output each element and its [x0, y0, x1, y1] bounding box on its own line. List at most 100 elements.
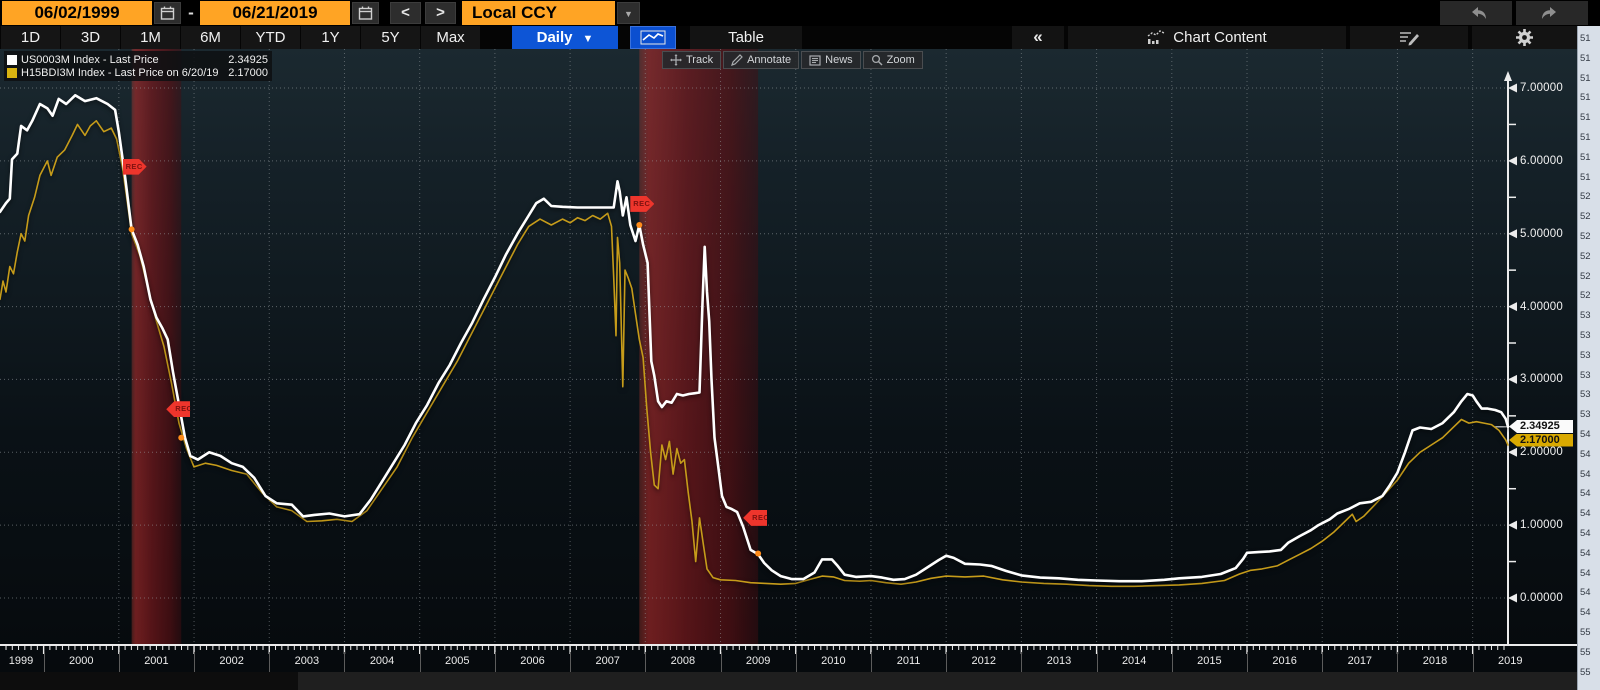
- x-axis-separator: [1397, 652, 1399, 672]
- annotate-button[interactable]: Annotate: [723, 51, 800, 69]
- bottom-strip-left: [0, 672, 298, 690]
- edit-note-icon: [1400, 31, 1419, 45]
- range-button-1y[interactable]: 1Y: [301, 26, 360, 49]
- range-button-6m[interactable]: 6M: [181, 26, 240, 49]
- collapse-panel-button[interactable]: «: [1012, 26, 1064, 49]
- background-row-number: 53: [1580, 349, 1591, 361]
- magnifier-icon: [871, 54, 883, 66]
- recession-boundary-dot: [636, 221, 643, 228]
- settings-button[interactable]: [1472, 26, 1577, 49]
- x-axis-separator: [494, 652, 496, 672]
- range-button-max[interactable]: Max: [421, 26, 480, 49]
- calendar-icon: [160, 6, 175, 20]
- chart-content-button[interactable]: Chart Content: [1068, 26, 1346, 49]
- x-axis-separator: [645, 652, 647, 672]
- x-axis-year-label: 2009: [745, 655, 771, 667]
- chart-toolbar: 1D 3D 1M 6M YTD 1Y 5Y Max Daily ▼ Table « Chart …: [0, 26, 1600, 49]
- y-axis-label: 2.00000: [1520, 446, 1563, 459]
- background-row-number: 52: [1580, 290, 1591, 302]
- background-row-number: 51: [1580, 132, 1591, 143]
- previous-period-button[interactable]: <: [390, 2, 421, 24]
- recession-boundary-dot: [178, 434, 185, 441]
- chevron-down-icon: ▼: [582, 33, 594, 45]
- calendar-icon: [358, 6, 373, 20]
- legend-value: 2.17000: [228, 66, 268, 79]
- background-row-number: 51: [1580, 112, 1591, 124]
- background-row-number: 51: [1580, 151, 1591, 163]
- zoom-button[interactable]: Zoom: [862, 51, 923, 69]
- x-axis-year-label: 2016: [1272, 655, 1297, 667]
- x-axis-year-label: 2019: [1498, 655, 1523, 667]
- next-period-button[interactable]: >: [425, 2, 456, 24]
- line-chart-icon: [640, 30, 666, 45]
- x-axis-year-label: 2018: [1422, 655, 1448, 667]
- undo-button[interactable]: [1440, 1, 1512, 25]
- range-button-ytd[interactable]: YTD: [241, 26, 300, 49]
- x-axis-separator: [344, 652, 346, 672]
- currency-dropdown-button[interactable]: ▼: [617, 2, 640, 24]
- x-axis-separator: [1247, 652, 1248, 672]
- background-row-number: 54: [1580, 607, 1591, 619]
- currency-field[interactable]: Local CCY: [462, 1, 615, 25]
- news-button[interactable]: News: [801, 51, 861, 69]
- date-to-calendar-button[interactable]: [352, 2, 379, 24]
- recession-band: [131, 49, 182, 645]
- background-row-number: 54: [1580, 488, 1591, 500]
- x-axis-separator: [1021, 652, 1023, 672]
- legend-value: 2.34925: [228, 53, 268, 66]
- chart-canvas[interactable]: [0, 49, 1577, 672]
- annotate-label: Annotate: [747, 54, 792, 66]
- x-axis-year-label: 2003: [294, 655, 320, 667]
- background-row-number: 51: [1580, 171, 1591, 183]
- background-row-number: 52: [1580, 191, 1591, 203]
- background-row-number: 54: [1580, 528, 1591, 539]
- undo-icon: [1472, 7, 1486, 19]
- background-row-number: 52: [1580, 211, 1591, 223]
- redo-button[interactable]: [1516, 1, 1588, 25]
- background-row-number: 51: [1580, 33, 1591, 44]
- x-axis-year-label: 2010: [821, 655, 846, 667]
- range-button-1m[interactable]: 1M: [121, 26, 180, 49]
- legend-row-h15bdi3m[interactable]: H15BDI3M Index - Last Price on 6/20/19 2…: [7, 66, 268, 79]
- background-row-number: 54: [1580, 547, 1591, 559]
- date-from-calendar-button[interactable]: [154, 2, 181, 24]
- background-window-edge: 51 51 51 51 51 51 51 51 52 52 52 52 52 52 53 53 53 53 53 53…: [1577, 26, 1600, 690]
- table-view-button[interactable]: Table: [690, 26, 802, 49]
- x-axis-separator: [1322, 652, 1324, 672]
- x-axis-separator: [870, 652, 872, 672]
- date-from-field[interactable]: 06/02/1999: [2, 1, 152, 25]
- range-button-3d[interactable]: 3D: [61, 26, 120, 49]
- track-button[interactable]: Track: [662, 51, 722, 69]
- range-button-1d[interactable]: 1D: [1, 26, 60, 49]
- x-axis-separator: [720, 652, 722, 672]
- legend-row-us0003m[interactable]: US0003M Index - Last Price 2.34925: [7, 53, 268, 66]
- x-axis-separator: [946, 652, 948, 672]
- background-row-number: 55: [1580, 627, 1591, 638]
- background-row-number: 54: [1580, 468, 1591, 480]
- frequency-dropdown[interactable]: Daily ▼: [512, 26, 618, 49]
- series-swatch-white: [7, 54, 17, 65]
- y-axis-label: 4.00000: [1520, 300, 1563, 313]
- line-chart-type-button[interactable]: [630, 26, 676, 49]
- recession-boundary-dot: [128, 226, 135, 233]
- x-axis-separator: [419, 652, 421, 672]
- date-range-separator: -: [188, 3, 194, 22]
- range-buttons: 1D 3D 1M 6M YTD 1Y 5Y Max: [1, 26, 480, 49]
- y-axis-label: 6.00000: [1520, 154, 1563, 167]
- bottom-strip-right: [298, 672, 1577, 690]
- range-button-5y[interactable]: 5Y: [361, 26, 420, 49]
- background-row-number: 55: [1580, 666, 1591, 678]
- x-axis-year-label: 2002: [219, 655, 244, 667]
- x-axis-year-label: 2011: [896, 655, 921, 667]
- date-to-field[interactable]: 06/21/2019: [200, 1, 350, 25]
- background-row-number: 51: [1580, 92, 1591, 104]
- x-axis-separator: [1171, 652, 1173, 672]
- x-axis-separator: [570, 652, 572, 672]
- x-axis-separator: [118, 652, 120, 672]
- annotate-edit-button[interactable]: [1350, 26, 1468, 49]
- legend-label: US0003M Index - Last Price: [21, 53, 159, 66]
- background-row-number: 54: [1580, 567, 1591, 579]
- x-axis-year-label: 2017: [1347, 655, 1373, 667]
- x-axis-separator: [194, 652, 196, 672]
- chart-plot-area[interactable]: US0003M Index - Last Price 2.34925 H15BD…: [0, 49, 1577, 672]
